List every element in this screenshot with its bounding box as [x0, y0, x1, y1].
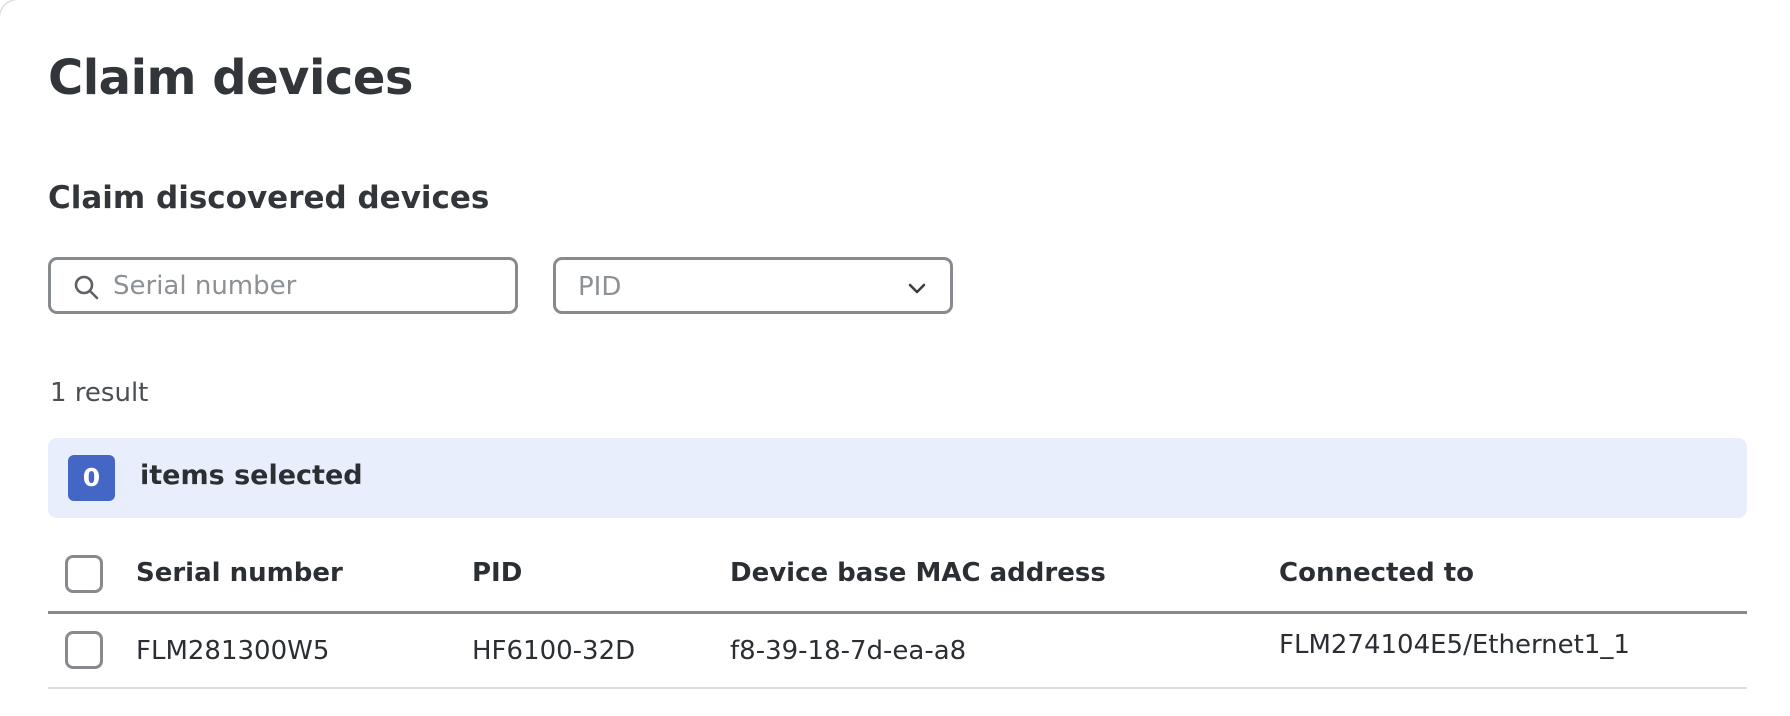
selection-bar: 0 items selected — [48, 438, 1747, 518]
select-all-checkbox[interactable] — [65, 555, 103, 593]
header-mac-address[interactable]: Device base MAC address — [730, 558, 1106, 588]
claim-devices-panel: Claim devices Claim discovered devices P… — [0, 0, 1790, 716]
serial-number-search[interactable] — [48, 257, 518, 314]
cell-connected-to: FLM274104E5/Ethernet1_1 — [1279, 630, 1630, 660]
page-title: Claim devices — [48, 50, 413, 106]
serial-number-input[interactable] — [113, 268, 503, 304]
row-checkbox[interactable] — [65, 631, 103, 669]
header-connected-to[interactable]: Connected to — [1279, 558, 1474, 588]
result-count: 1 result — [50, 378, 149, 408]
chevron-down-icon — [908, 283, 926, 294]
selected-items-label: items selected — [140, 460, 363, 491]
header-pid[interactable]: PID — [472, 558, 522, 588]
pid-dropdown[interactable]: PID — [553, 257, 953, 314]
cell-mac-address: f8-39-18-7d-ea-a8 — [730, 636, 967, 666]
cell-serial-number: FLM281300W5 — [136, 636, 330, 666]
search-icon — [74, 275, 99, 300]
pid-dropdown-placeholder: PID — [578, 272, 622, 302]
selected-count-badge: 0 — [68, 455, 115, 501]
header-serial-number[interactable]: Serial number — [136, 558, 343, 588]
table-row[interactable]: FLM281300W5 HF6100-32D f8-39-18-7d-ea-a8… — [48, 614, 1747, 689]
section-title: Claim discovered devices — [48, 180, 490, 216]
table-header: Serial number PID Device base MAC addres… — [48, 540, 1747, 614]
cell-pid: HF6100-32D — [472, 636, 636, 666]
devices-table: Serial number PID Device base MAC addres… — [48, 540, 1747, 689]
